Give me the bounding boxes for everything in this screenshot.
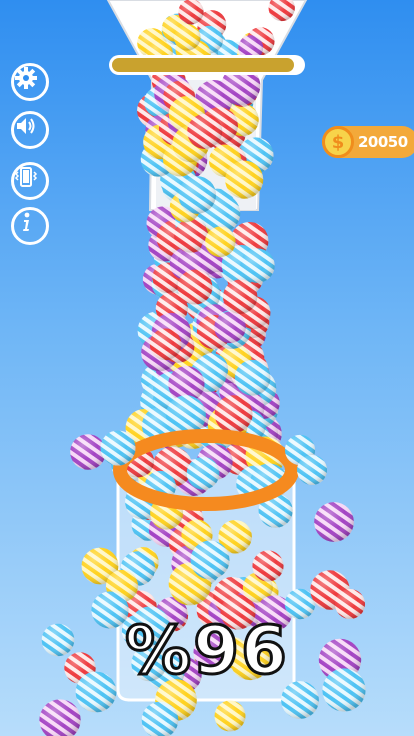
vibration-icon	[14, 167, 38, 187]
ball-purple	[70, 434, 106, 470]
ball-purple	[39, 699, 81, 736]
coin-counter: $ 20050	[322, 126, 414, 158]
info-icon	[23, 212, 30, 231]
ball-blue	[178, 176, 217, 214]
coin-icon: $	[322, 126, 354, 158]
fill-percentage: %96	[124, 611, 289, 691]
ball-yellow	[225, 160, 264, 199]
ball-red	[178, 0, 204, 25]
ball-purple	[314, 502, 354, 542]
settings-button[interactable]	[11, 63, 49, 101]
gear-icon	[15, 67, 37, 89]
ball-yellow	[205, 226, 236, 258]
sound-button[interactable]	[11, 111, 49, 149]
ball-red	[222, 279, 258, 314]
ball-red	[187, 113, 223, 150]
ball-red	[149, 328, 182, 361]
level-progress-bar	[109, 55, 305, 75]
speaker-icon	[17, 118, 35, 134]
level-progress-fill	[112, 58, 295, 72]
ball-red	[252, 550, 284, 582]
ball-blue	[100, 430, 136, 466]
game-scene[interactable]: $ 20050 %96	[0, 0, 414, 736]
ball-yellow	[173, 24, 201, 51]
ball-blue	[240, 248, 275, 283]
coin-symbol: $	[331, 131, 345, 153]
vibration-button[interactable]	[11, 162, 49, 200]
ball-yellow	[214, 700, 246, 732]
ball-red	[214, 395, 253, 434]
ball-purple	[214, 311, 246, 344]
ball-blue	[186, 456, 220, 490]
ball-blue	[190, 540, 230, 580]
info-button[interactable]	[11, 207, 49, 245]
coin-count: 20050	[358, 133, 408, 151]
ball-blue	[296, 454, 328, 486]
ball-blue	[234, 359, 271, 396]
